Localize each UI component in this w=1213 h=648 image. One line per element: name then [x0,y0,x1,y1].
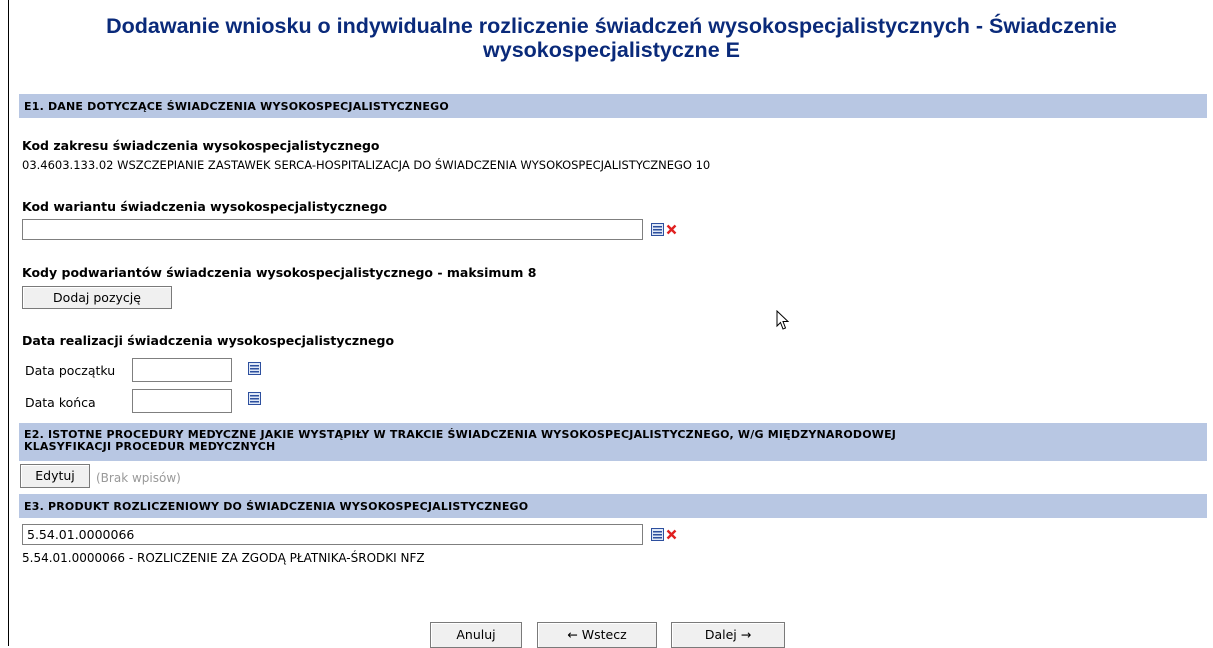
variant-code-input[interactable] [22,219,643,240]
section-e3-header: E3. PRODUKT ROZLICZENIOWY DO ŚWIADCZENIA… [19,494,1207,518]
edit-procedures-button[interactable]: Edytuj [20,464,90,488]
list-picker-icon[interactable] [651,223,664,236]
cancel-button[interactable]: Anuluj [430,622,522,648]
realization-date-label: Data realizacji świadczenia wysokospecja… [22,333,395,348]
settlement-product-description: 5.54.01.0000066 - ROZLICZENIE ZA ZGODĄ P… [22,551,425,565]
scope-code-label: Kod zakresu świadczenia wysokospecjalist… [22,138,380,153]
page-title-line-1: Dodawanie wniosku o indywidualne rozlicz… [106,14,1117,38]
date-start-label: Data początku [25,363,116,378]
page-title-line-2: wysokospecjalistyczne E [483,38,740,62]
page-title: Dodawanie wniosku o indywidualne rozlicz… [9,14,1213,62]
calendar-icon[interactable] [248,362,261,375]
date-end-label: Data końca [25,395,96,410]
section-e2-title-line-2: KLASYFIKACJI PROCEDUR MEDYCZNYCH [24,440,276,453]
no-entries-text: (Brak wpisów) [96,471,181,485]
clear-x-icon[interactable] [666,224,677,235]
form-frame: Dodawanie wniosku o indywidualne rozlicz… [8,0,1213,648]
variant-code-label: Kod wariantu świadczenia wysokospecjalis… [22,199,388,214]
subvariants-label: Kody podwariantów świadczenia wysokospec… [22,265,537,280]
calendar-icon[interactable] [248,392,261,405]
scope-code-value: 03.4603.133.02 WSZCZEPIANIE ZASTAWEK SER… [22,158,711,172]
next-button[interactable]: Dalej → [671,622,785,648]
add-position-button[interactable]: Dodaj pozycję [22,286,172,309]
list-picker-icon[interactable] [651,528,664,541]
mouse-cursor-icon [776,310,790,330]
section-e1-title: E1. DANE DOTYCZĄCE ŚWIADCZENIA WYSOKOSPE… [24,100,449,113]
section-e3-title: E3. PRODUKT ROZLICZENIOWY DO ŚWIADCZENIA… [24,500,529,513]
date-end-input[interactable] [132,389,232,413]
settlement-product-input[interactable] [22,524,643,545]
back-button[interactable]: ← Wstecz [537,622,657,648]
section-e1-header: E1. DANE DOTYCZĄCE ŚWIADCZENIA WYSOKOSPE… [19,94,1207,118]
clear-x-icon[interactable] [666,529,677,540]
section-e2-header: E2. ISTOTNE PROCEDURY MEDYCZNE JAKIE WYS… [19,423,1207,461]
date-start-input[interactable] [132,358,232,382]
section-e2-title-line-1: E2. ISTOTNE PROCEDURY MEDYCZNE JAKIE WYS… [24,428,897,441]
